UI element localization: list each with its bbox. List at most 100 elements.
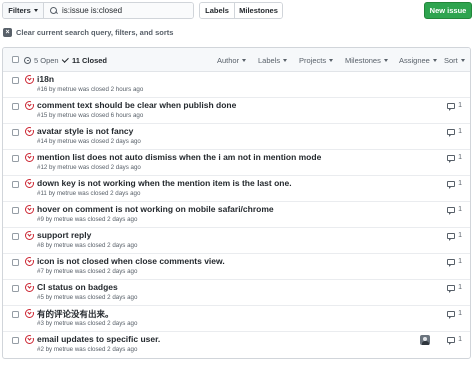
labels-dropdown[interactable]: Labels (258, 48, 288, 72)
issue-checkbox[interactable] (12, 337, 19, 344)
issue-closed-icon (25, 100, 35, 110)
issue-title-link[interactable]: down key is not working when the mention… (37, 178, 292, 188)
comments-link[interactable]: 1 (447, 310, 462, 319)
comment-icon (447, 128, 456, 137)
labels-dropdown-label: Labels (258, 55, 281, 65)
issue-meta: #2 by metrue was closed 2 days ago (37, 346, 138, 353)
filters-button[interactable]: Filters (3, 3, 44, 18)
issue-title-link[interactable]: 有的评论没有出来。 (37, 308, 114, 320)
issue-closed-icon (25, 334, 35, 344)
comment-icon (447, 310, 456, 319)
issues-list-box: 5 Open 11 Closed Author Labels Projects … (2, 47, 471, 359)
issue-row: down key is not working when the mention… (3, 176, 470, 202)
author-dropdown-label: Author (217, 55, 240, 65)
labels-button[interactable]: Labels (200, 3, 235, 18)
filters-label: Filters (8, 6, 31, 15)
issue-title-link[interactable]: CI status on badges (37, 282, 118, 292)
issue-title-link[interactable]: support reply (37, 230, 91, 240)
issue-checkbox[interactable] (12, 103, 19, 110)
comment-count: 1 (458, 180, 462, 187)
issue-row: CI status on badges #5 by metrue was clo… (3, 280, 470, 306)
issue-row: icon is not closed when close comments v… (3, 254, 470, 280)
search-icon (50, 6, 58, 15)
issue-meta: #11 by metrue was closed 2 days ago (37, 190, 141, 197)
issue-checkbox[interactable] (12, 155, 19, 162)
milestones-dropdown[interactable]: Milestones (345, 48, 388, 72)
assignee-avatar[interactable] (420, 335, 430, 345)
caret-down-icon (33, 9, 38, 12)
issue-title-link[interactable]: email updates to specific user. (37, 334, 160, 344)
issue-meta: #7 by metrue was closed 2 days ago (37, 268, 138, 275)
comment-count: 1 (458, 232, 462, 239)
issue-row: support reply #8 by metrue was closed 2 … (3, 228, 470, 254)
comments-link[interactable]: 1 (447, 336, 462, 345)
issue-closed-icon (25, 308, 35, 318)
clear-filters-link[interactable]: × Clear current search query, filters, a… (3, 27, 173, 38)
issue-title-link[interactable]: icon is not closed when close comments v… (37, 256, 225, 266)
projects-dropdown[interactable]: Projects (299, 48, 334, 72)
issue-checkbox[interactable] (12, 311, 19, 318)
issue-row: email updates to specific user. #2 by me… (3, 332, 470, 358)
comments-link[interactable]: 1 (447, 206, 462, 215)
issue-closed-icon (25, 126, 35, 136)
milestones-button[interactable]: Milestones (235, 3, 282, 18)
comment-icon (447, 180, 456, 189)
comment-count: 1 (458, 154, 462, 161)
comment-icon (447, 154, 456, 163)
comment-icon (447, 102, 456, 111)
check-icon (61, 55, 69, 63)
issue-title-link[interactable]: i18n (37, 74, 54, 84)
comment-icon (447, 336, 456, 345)
issue-meta: #8 by metrue was closed 2 days ago (37, 242, 138, 249)
clear-filters-label: Clear current search query, filters, and… (16, 28, 174, 37)
open-issues-tab[interactable]: 5 Open (24, 48, 59, 72)
projects-dropdown-label: Projects (299, 55, 327, 65)
issue-title-link[interactable]: avatar style is not fancy (37, 126, 133, 136)
issue-checkbox[interactable] (12, 285, 19, 292)
issue-row: comment text should be clear when publis… (3, 98, 470, 124)
issue-title-link[interactable]: mention list does not auto dismiss when … (37, 152, 321, 162)
issue-meta: #3 by metrue was closed 2 days ago (37, 320, 138, 327)
issue-title-link[interactable]: comment text should be clear when publis… (37, 100, 236, 110)
issue-checkbox[interactable] (12, 77, 19, 84)
comments-link[interactable]: 1 (447, 102, 462, 111)
issue-checkbox[interactable] (12, 181, 19, 188)
issue-closed-icon (25, 256, 35, 266)
issue-opened-icon (24, 56, 31, 64)
x-icon: × (3, 28, 12, 37)
labels-milestones-nav: Labels Milestones (199, 2, 283, 19)
issue-checkbox[interactable] (12, 233, 19, 240)
issue-meta: #12 by metrue was closed 2 days ago (37, 164, 141, 171)
issue-row: i18n #16 by metrue was closed 2 hours ag… (3, 72, 470, 98)
comment-count: 1 (458, 206, 462, 213)
author-dropdown[interactable]: Author (217, 48, 247, 72)
issue-checkbox[interactable] (12, 207, 19, 214)
comments-link[interactable]: 1 (447, 258, 462, 267)
new-issue-button[interactable]: New issue (424, 2, 472, 19)
select-all-checkbox[interactable] (12, 56, 19, 63)
assignee-dropdown[interactable]: Assignee (399, 48, 437, 72)
issue-checkbox[interactable] (12, 129, 19, 136)
comment-icon (447, 258, 456, 267)
comment-count: 1 (458, 284, 462, 291)
comments-link[interactable]: 1 (447, 180, 462, 189)
issue-closed-icon (25, 230, 35, 240)
caret-down-icon (383, 58, 388, 62)
issue-meta: #14 by metrue was closed 2 days ago (37, 138, 141, 145)
closed-issues-tab[interactable]: 11 Closed (61, 48, 107, 72)
search-input[interactable]: is:issue is:closed (44, 3, 193, 18)
comments-link[interactable]: 1 (447, 284, 462, 293)
sort-dropdown[interactable]: Sort (444, 48, 465, 72)
comments-link[interactable]: 1 (447, 232, 462, 241)
issue-row: hover on comment is not working on mobil… (3, 202, 470, 228)
sort-dropdown-label: Sort (444, 55, 458, 65)
comments-link[interactable]: 1 (447, 128, 462, 137)
comments-link[interactable]: 1 (447, 154, 462, 163)
caret-down-icon (242, 58, 247, 62)
issue-meta: #9 by metrue was closed 2 days ago (37, 216, 138, 223)
issue-checkbox[interactable] (12, 259, 19, 266)
issue-row: avatar style is not fancy #14 by metrue … (3, 124, 470, 150)
issue-title-link[interactable]: hover on comment is not working on mobil… (37, 204, 274, 214)
comment-count: 1 (458, 102, 462, 109)
comment-icon (447, 284, 456, 293)
